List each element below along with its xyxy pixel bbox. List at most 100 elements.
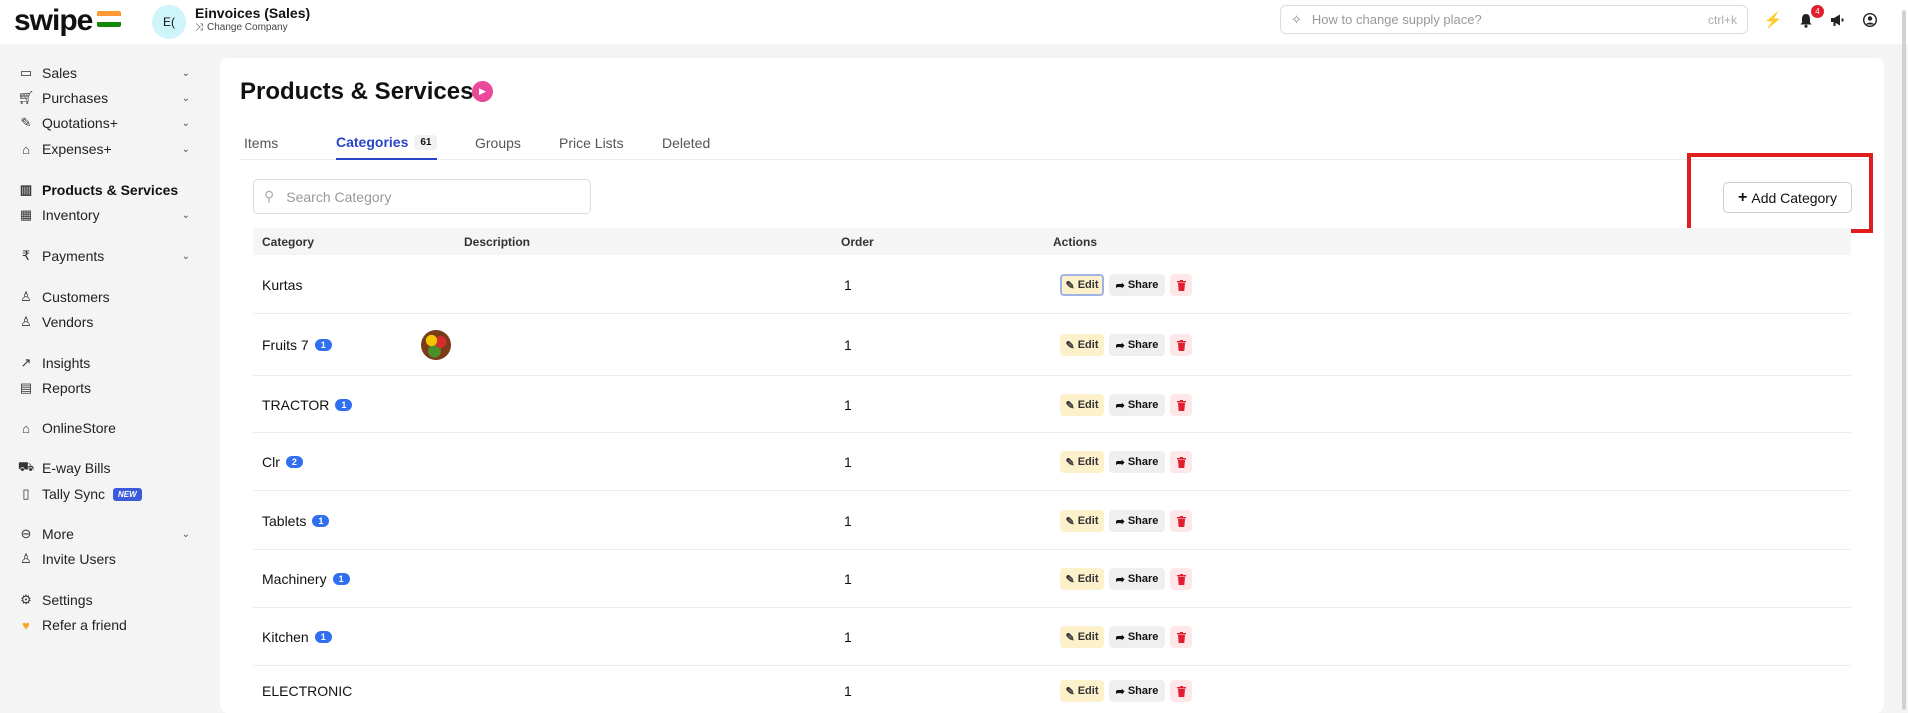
tab-items[interactable]: Items (244, 126, 278, 160)
sidebar-item-settings[interactable]: ⚙ Settings (18, 589, 190, 611)
add-category-label: Add Category (1751, 189, 1837, 206)
sidebar-item-label: Payments (42, 248, 105, 264)
tab-price-lists[interactable]: Price Lists (559, 126, 624, 160)
table-row[interactable]: Fruits 7 1 1 ✎ Edit ➦ Share (253, 314, 1851, 376)
edit-label: Edit (1077, 573, 1099, 585)
delete-button[interactable] (1170, 568, 1192, 590)
sidebar-item-purchases[interactable]: 🛒︎ Purchases ⌄ (18, 87, 190, 109)
delete-button[interactable] (1170, 451, 1192, 473)
share-button[interactable]: ➦ Share (1109, 394, 1165, 416)
table-row[interactable]: TRACTOR 1 1 ✎ Edit ➦ Share (253, 376, 1851, 433)
sidebar-item-inventory[interactable]: ▦ Inventory ⌄ (18, 204, 190, 226)
share-button[interactable]: ➦ Share (1109, 451, 1165, 473)
sidebar-item-expenses[interactable]: ⌂ Expenses+ ⌄ (18, 138, 190, 160)
play-video-icon[interactable]: ▶ (472, 81, 493, 102)
barcode-icon: ▥ (19, 182, 33, 197)
edit-button[interactable]: ✎ Edit (1060, 680, 1104, 702)
share-button[interactable]: ➦ Share (1109, 568, 1165, 590)
edit-button[interactable]: ✎ Edit (1060, 626, 1104, 648)
sidebar-item-invite-users[interactable]: ♙ Invite Users (18, 548, 190, 570)
category-image (421, 330, 451, 360)
category-name: Machinery (262, 571, 327, 587)
column-header-category[interactable]: Category (262, 235, 314, 249)
edit-button[interactable]: ✎ Edit (1060, 274, 1104, 296)
edit-button[interactable]: ✎ Edit (1060, 568, 1104, 590)
sidebar-item-more[interactable]: ⊖ More ⌄ (18, 523, 190, 545)
edit-label: Edit (1077, 456, 1099, 468)
edit-button[interactable]: ✎ Edit (1060, 451, 1104, 473)
add-category-button[interactable]: + Add Category (1723, 182, 1852, 213)
more-icon: ⊖ (20, 526, 32, 541)
user-icon: ♙ (20, 289, 32, 304)
category-search-input[interactable]: ⚲ Search Category (253, 179, 591, 214)
category-cell: ELECTRONIC (262, 682, 352, 700)
edit-icon: ✎ (1065, 515, 1075, 528)
sidebar-item-quotations[interactable]: ✎ Quotations+ ⌄ (18, 112, 190, 134)
table-row[interactable]: Kurtas 1 ✎ Edit ➦ Share (253, 255, 1851, 314)
megaphone-icon[interactable] (1826, 9, 1848, 31)
share-button[interactable]: ➦ Share (1109, 680, 1165, 702)
sidebar-item-label: Insights (42, 355, 91, 371)
share-icon: ➦ (1115, 279, 1125, 292)
tab-label: Price Lists (559, 135, 624, 151)
edit-icon: ✎ (1065, 279, 1075, 292)
global-search-input[interactable]: ✧ How to change supply place? ctrl+k (1280, 5, 1748, 34)
table-row[interactable]: ELECTRONIC 1 ✎ Edit ➦ Share (253, 666, 1851, 713)
company-avatar[interactable]: E( (152, 5, 186, 39)
tab-label: Items (244, 135, 279, 151)
lightning-icon[interactable]: ⚡ (1762, 9, 1784, 31)
change-company-link[interactable]: ⤨ Change Company (195, 22, 288, 33)
share-icon: ➦ (1115, 573, 1125, 586)
sidebar-item-onlinestore[interactable]: ⌂ OnlineStore (18, 417, 190, 439)
edit-icon: ✎ (1065, 573, 1075, 586)
swipe-logo[interactable]: swipe (14, 4, 93, 38)
edit-icon: ✎ (1065, 631, 1075, 644)
edit-button[interactable]: ✎ Edit (1060, 510, 1104, 532)
sidebar-item-insights[interactable]: ↗ Insights (18, 352, 190, 374)
account-icon[interactable] (1859, 9, 1881, 31)
edit-button[interactable]: ✎ Edit (1060, 394, 1104, 416)
tab-groups[interactable]: Groups (475, 126, 521, 160)
sidebar-item-tally-sync[interactable]: ▯ Tally Sync NEW (18, 483, 190, 505)
sidebar-item-label: Invite Users (42, 551, 116, 567)
edit-label: Edit (1077, 399, 1099, 411)
table-row[interactable]: Clr 2 1 ✎ Edit ➦ Share (253, 433, 1851, 491)
sidebar-item-customers[interactable]: ♙ Customers (18, 286, 190, 308)
edit-icon: ✎ (1065, 456, 1075, 469)
users-icon: ♙ (20, 314, 32, 329)
page-scrollbar[interactable] (1902, 10, 1906, 710)
delete-button[interactable] (1170, 626, 1192, 648)
edit-button[interactable]: ✎ Edit (1060, 334, 1104, 356)
sidebar-item-products-services[interactable]: ▥ Products & Services (18, 179, 190, 201)
edit-icon: ✎ (1065, 685, 1075, 698)
table-row[interactable]: Machinery 1 1 ✎ Edit ➦ Share (253, 550, 1851, 608)
sidebar-item-label: Tally Sync (42, 486, 106, 502)
table-row[interactable]: Tablets 1 1 ✎ Edit ➦ Share (253, 491, 1851, 550)
tab-deleted[interactable]: Deleted (662, 126, 710, 160)
sidebar-item-payments[interactable]: ₹ Payments ⌄ (18, 245, 190, 267)
delete-button[interactable] (1170, 510, 1192, 532)
delete-button[interactable] (1170, 394, 1192, 416)
share-button[interactable]: ➦ Share (1109, 274, 1165, 296)
share-button[interactable]: ➦ Share (1109, 510, 1165, 532)
delete-button[interactable] (1170, 680, 1192, 702)
notification-badge: 4 (1811, 5, 1824, 18)
edit-label: Edit (1077, 631, 1099, 643)
delete-button[interactable] (1170, 274, 1192, 296)
share-icon: ➦ (1115, 339, 1125, 352)
category-cell: Machinery 1 (262, 570, 350, 588)
column-header-description[interactable]: Description (464, 235, 530, 249)
sidebar-item-eway-bills[interactable]: ⛟ E-way Bills (18, 457, 190, 479)
column-header-order[interactable]: Order (841, 235, 874, 249)
company-name[interactable]: Einvoices (Sales) (195, 5, 310, 21)
sidebar-item-refer-friend[interactable]: ♥ Refer a friend (18, 614, 190, 636)
tab-categories[interactable]: Categories 61 (336, 126, 438, 160)
share-button[interactable]: ➦ Share (1109, 626, 1165, 648)
share-button[interactable]: ➦ Share (1109, 334, 1165, 356)
sidebar-item-vendors[interactable]: ♙ Vendors (18, 311, 190, 333)
tab-label: Deleted (662, 135, 711, 151)
table-row[interactable]: Kitchen 1 1 ✎ Edit ➦ Share (253, 608, 1851, 666)
delete-button[interactable] (1170, 334, 1192, 356)
sidebar-item-sales[interactable]: ▭ Sales ⌄ (18, 62, 190, 84)
sidebar-item-reports[interactable]: ▤ Reports (18, 377, 190, 399)
